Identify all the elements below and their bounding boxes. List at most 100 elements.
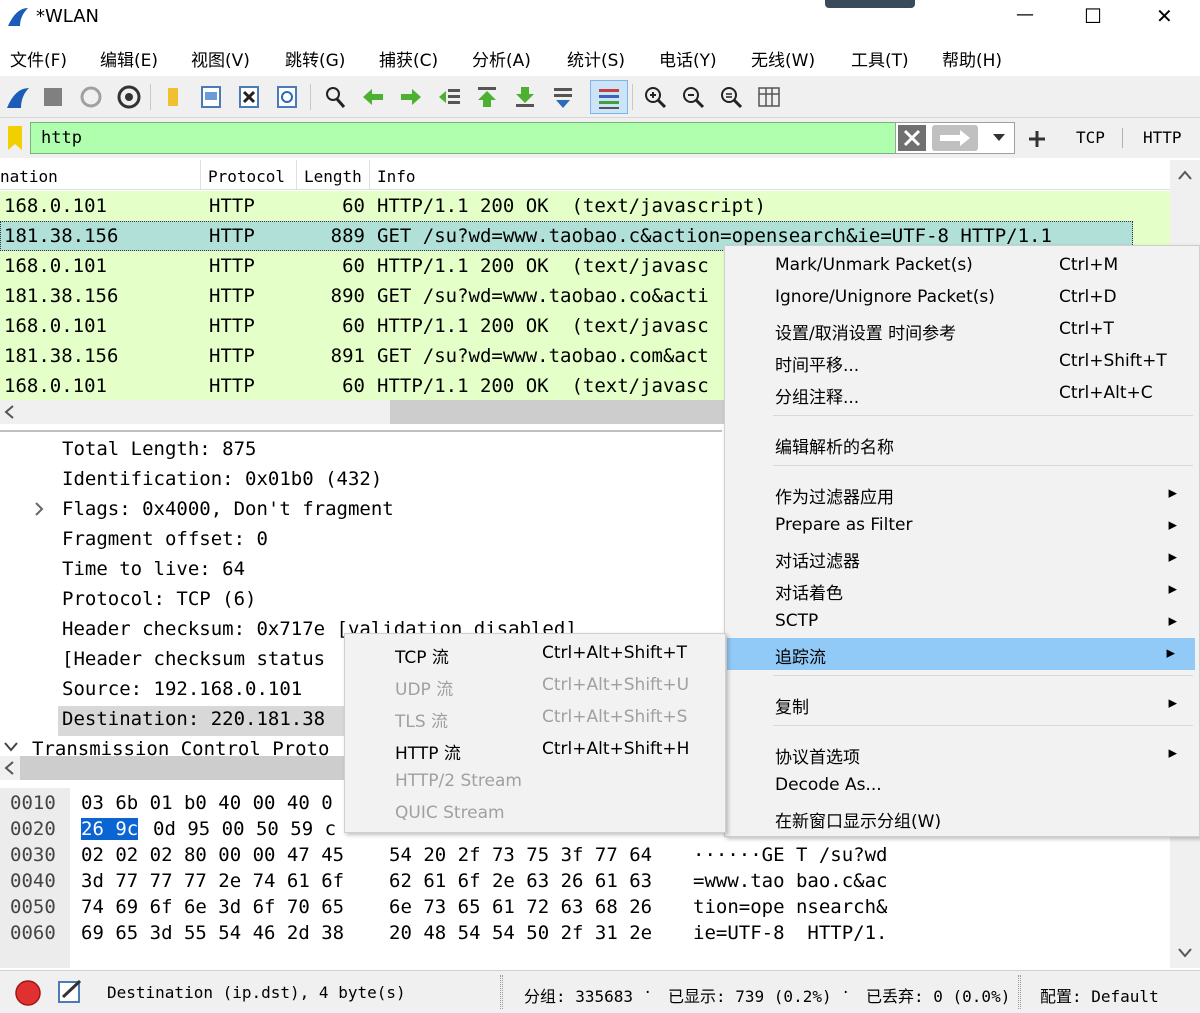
bookmark-icon[interactable] <box>6 124 24 152</box>
detail-row[interactable]: Identification: 0x01b0 (432) <box>62 468 382 490</box>
capture-options-icon[interactable] <box>116 84 142 110</box>
menu-analyze[interactable]: 分析(A) <box>472 46 531 71</box>
start-capture-icon[interactable] <box>5 84 31 110</box>
auto-scroll-icon[interactable] <box>550 84 576 110</box>
go-back-icon[interactable] <box>360 84 386 110</box>
menu-item-protocol-preferences[interactable]: 协议首选项 ▸ <box>725 738 1199 770</box>
collapse-chevron-icon[interactable] <box>4 742 18 752</box>
menu-item-time-reference[interactable]: 设置/取消设置 时间参考 Ctrl+T <box>725 314 1199 346</box>
menu-item-time-shift[interactable]: 时间平移... Ctrl+Shift+T <box>725 346 1199 378</box>
last-packet-icon[interactable] <box>512 84 538 110</box>
hex-bytes[interactable]: 03 6b 01 b0 40 00 40 0 <box>81 792 333 814</box>
menu-file[interactable]: 文件(F) <box>10 46 67 71</box>
column-header-destination[interactable]: nation <box>0 167 58 186</box>
menu-item-sctp[interactable]: SCTP ▸ <box>725 606 1199 638</box>
reload-file-icon[interactable] <box>274 84 300 110</box>
menu-item-copy[interactable]: 复制 ▸ <box>725 688 1199 720</box>
maximize-button[interactable]: ☐ <box>1084 4 1102 28</box>
hex-bytes[interactable]: 3d 77 77 77 2e 74 61 6f <box>81 870 344 892</box>
hex-bytes[interactable]: 0d 95 00 50 59 c <box>153 818 336 840</box>
open-file-icon[interactable] <box>160 84 186 110</box>
expand-chevron-icon[interactable] <box>34 502 44 516</box>
scroll-left-icon[interactable] <box>4 405 14 419</box>
hscroll-thumb[interactable] <box>390 400 730 424</box>
zoom-reset-icon[interactable] <box>718 84 744 110</box>
hex-ascii[interactable]: tion=ope nsearch& <box>693 896 887 918</box>
scroll-down-icon[interactable] <box>1178 948 1192 958</box>
detail-row[interactable]: Flags: 0x4000, Don't fragment <box>62 498 394 520</box>
display-filter-input[interactable]: http <box>30 122 898 154</box>
zoom-out-icon[interactable] <box>680 84 706 110</box>
hex-bytes[interactable]: 74 69 6f 6e 3d 6f 70 65 <box>81 896 344 918</box>
menu-item-colorize-conversation[interactable]: 对话着色 ▸ <box>725 574 1199 606</box>
go-forward-icon[interactable] <box>398 84 424 110</box>
hex-ascii[interactable]: =www.tao bao.c&ac <box>693 870 887 892</box>
menu-item-prepare-as-filter[interactable]: Prepare as Filter ▸ <box>725 510 1199 542</box>
filter-history-dropdown-icon[interactable] <box>992 133 1006 143</box>
column-header-length[interactable]: Length <box>304 167 362 186</box>
hex-bytes[interactable]: 20 48 54 54 50 2f 31 2e <box>389 922 652 944</box>
hex-bytes[interactable]: 69 65 3d 55 54 46 2d 38 <box>81 922 344 944</box>
restart-capture-icon[interactable] <box>78 84 104 110</box>
menu-capture[interactable]: 捕获(C) <box>379 46 438 71</box>
menu-item-edit-resolved-name[interactable]: 编辑解析的名称 <box>725 428 1199 460</box>
scroll-left-icon[interactable] <box>4 761 14 775</box>
menu-wireless[interactable]: 无线(W) <box>751 46 815 71</box>
menu-go[interactable]: 跳转(G) <box>285 46 345 71</box>
hex-ascii[interactable]: ······GE T /su?wd <box>693 844 887 866</box>
menu-item-show-in-new-window[interactable]: 在新窗口显示分组(W) <box>725 802 1199 834</box>
first-packet-icon[interactable] <box>474 84 500 110</box>
clear-filter-icon[interactable] <box>898 125 926 151</box>
save-file-icon[interactable] <box>198 84 224 110</box>
menu-item-follow-stream[interactable]: 追踪流 ▸ <box>727 638 1195 670</box>
menu-tools[interactable]: 工具(T) <box>851 46 909 71</box>
menu-view[interactable]: 视图(V) <box>191 46 250 71</box>
hex-vscrollbar[interactable] <box>1170 828 1200 968</box>
zoom-in-icon[interactable] <box>642 84 668 110</box>
close-button[interactable]: ✕ <box>1156 4 1173 28</box>
find-packet-icon[interactable] <box>322 84 348 110</box>
close-file-icon[interactable] <box>236 84 262 110</box>
menu-item-apply-as-filter[interactable]: 作为过滤器应用 ▸ <box>725 478 1199 510</box>
detail-row[interactable]: Fragment offset: 0 <box>62 528 268 550</box>
stop-capture-icon[interactable] <box>40 84 66 110</box>
status-splitter[interactable] <box>500 975 503 1009</box>
menu-statistics[interactable]: 统计(S) <box>567 46 625 71</box>
column-header-protocol[interactable]: Protocol <box>208 167 285 186</box>
column-header-info[interactable]: Info <box>377 167 416 186</box>
scroll-up-icon[interactable] <box>1178 170 1192 180</box>
packet-row[interactable]: 168.0.101 HTTP 60 HTTP/1.1 200 OK (text/jav… <box>0 191 1133 221</box>
detail-row[interactable]: Protocol: TCP (6) <box>62 588 256 610</box>
filter-button-http[interactable]: HTTP <box>1143 128 1182 147</box>
status-splitter[interactable] <box>1018 975 1021 1009</box>
resize-columns-icon[interactable] <box>756 84 782 110</box>
hex-ascii[interactable]: ie=UTF-8 HTTP/1. <box>693 922 887 944</box>
detail-row[interactable]: Time to live: 64 <box>62 558 245 580</box>
hscroll-thumb[interactable] <box>20 756 350 780</box>
submenu-item-tcp-stream[interactable]: TCP 流 Ctrl+Alt+Shift+T <box>345 638 725 670</box>
menu-edit[interactable]: 编辑(E) <box>100 46 158 71</box>
menu-item-conversation-filter[interactable]: 对话过滤器 ▸ <box>725 542 1199 574</box>
add-filter-button-icon[interactable] <box>1026 128 1048 150</box>
hex-bytes[interactable]: 02 02 02 80 00 00 47 45 <box>81 844 344 866</box>
status-profile[interactable]: 配置: Default <box>1040 983 1159 1007</box>
colorize-toggle[interactable] <box>590 80 628 114</box>
filter-button-tcp[interactable]: TCP <box>1076 128 1105 147</box>
submenu-item-http-stream[interactable]: HTTP 流 Ctrl+Alt+Shift+H <box>345 734 725 766</box>
menu-item-ignore-packet[interactable]: Ignore/Unignore Packet(s) Ctrl+D <box>725 282 1199 314</box>
detail-row[interactable]: Source: 192.168.0.101 <box>62 678 302 700</box>
hex-bytes[interactable]: 54 20 2f 73 75 3f 77 64 <box>389 844 652 866</box>
hex-bytes[interactable]: 62 61 6f 2e 63 26 61 63 <box>389 870 652 892</box>
hex-bytes[interactable]: 6e 73 65 61 72 63 68 26 <box>389 896 652 918</box>
detail-row[interactable]: Total Length: 875 <box>62 438 256 460</box>
menu-help[interactable]: 帮助(H) <box>942 46 1002 71</box>
hex-bytes-selected[interactable]: 26 9c <box>81 818 139 840</box>
go-to-packet-icon[interactable] <box>436 84 462 110</box>
menu-item-mark-packet[interactable]: Mark/Unmark Packet(s) Ctrl+M <box>725 250 1199 282</box>
detail-row[interactable]: [Header checksum status <box>62 648 325 670</box>
expert-info-icon[interactable] <box>14 979 42 1007</box>
minimize-button[interactable]: — <box>1016 4 1034 25</box>
detail-row[interactable]: Destination: 220.181.38 <box>62 708 325 730</box>
capture-comment-icon[interactable] <box>56 977 86 1007</box>
menu-telephony[interactable]: 电话(Y) <box>659 46 717 71</box>
